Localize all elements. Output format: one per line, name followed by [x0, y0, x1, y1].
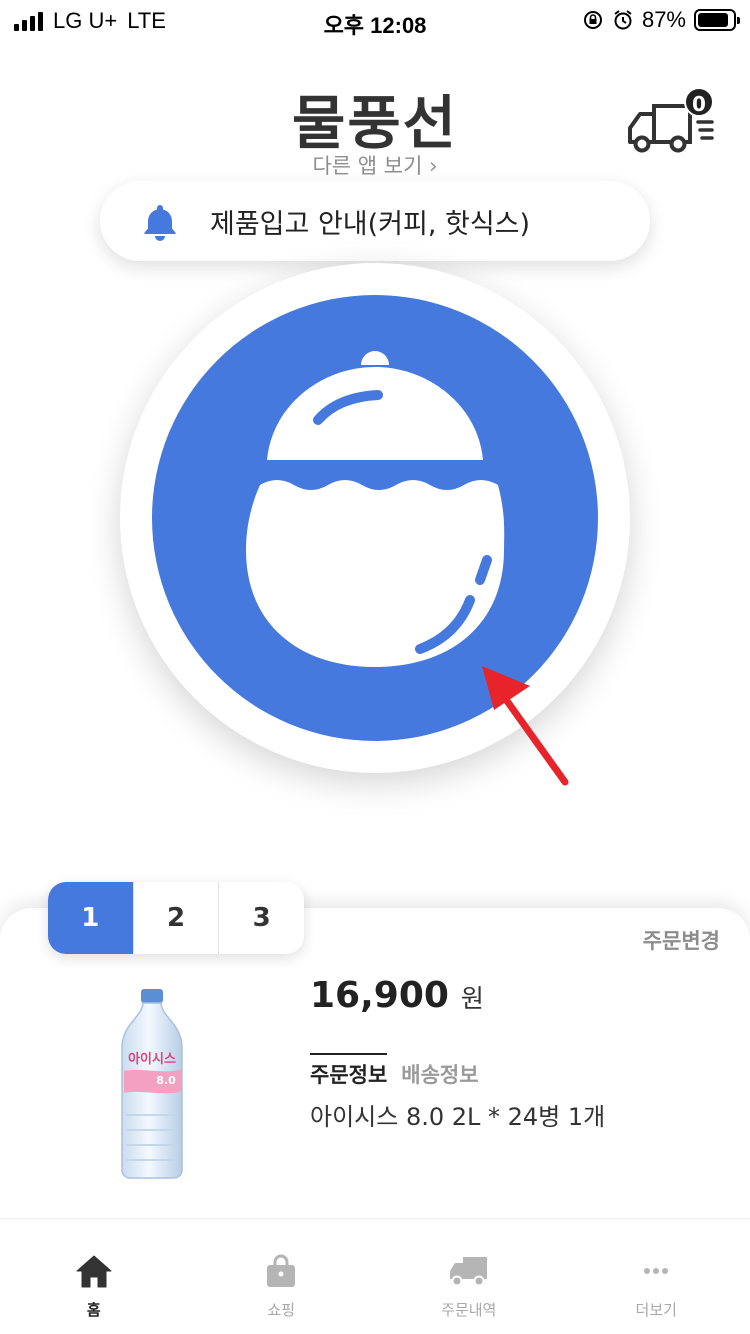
- order-description: 아이시스 8.0 2L * 24병 1개: [310, 1103, 606, 1131]
- other-apps-link[interactable]: 다른 앱 보기 ›: [0, 150, 750, 180]
- bottom-nav: 홈 쇼핑 주문내역 더보기: [0, 1218, 750, 1334]
- alarm-icon: [614, 10, 632, 30]
- change-order-button[interactable]: 주문변경: [643, 925, 720, 955]
- delivery-count-badge: 0: [684, 87, 714, 117]
- order-slot-tab-3[interactable]: 3: [218, 882, 304, 954]
- bell-icon: [144, 205, 176, 241]
- nav-label-shopping: 쇼핑: [267, 1301, 296, 1319]
- order-slot-tab-2[interactable]: 2: [132, 882, 219, 954]
- other-apps-label: 다른 앱 보기: [312, 154, 423, 178]
- battery-percent: 87%: [641, 7, 686, 32]
- nav-item-more[interactable]: 더보기: [563, 1219, 750, 1334]
- nav-label-home: 홈: [86, 1301, 101, 1319]
- order-slot-tab-1[interactable]: 1: [48, 882, 133, 954]
- order-slot-tabs: 1 2 3: [48, 882, 304, 954]
- product-image: 아이시스 8.0: [121, 989, 183, 1179]
- nav-item-home[interactable]: 홈: [0, 1219, 188, 1334]
- nav-label-orders: 주문내역: [441, 1301, 497, 1319]
- delivery-info-tab[interactable]: 배송정보: [401, 1053, 478, 1089]
- notice-banner[interactable]: 제품입고 안내(커피, 핫식스): [100, 181, 650, 261]
- rotation-lock-icon: [583, 11, 602, 29]
- status-right: 87%: [582, 7, 740, 33]
- delivery-truck-button[interactable]: 0: [626, 87, 718, 154]
- nav-item-shopping[interactable]: 쇼핑: [188, 1219, 376, 1334]
- price-currency: 원: [460, 984, 484, 1013]
- product-brand-text: 아이시스: [128, 1051, 176, 1067]
- chevron-right-icon: ›: [429, 154, 438, 178]
- price-row: 16,900 원: [310, 975, 484, 1016]
- product-version-text: 8.0: [156, 1074, 176, 1087]
- status-bar: LG U+ LTE 오후 12:08 87%: [0, 0, 750, 40]
- nav-label-more: 더보기: [635, 1301, 677, 1319]
- battery-fill: [698, 13, 728, 27]
- notice-text: 제품입고 안내(커피, 핫식스): [210, 208, 531, 240]
- shopping-bag-icon: [267, 1254, 296, 1287]
- pointer-arrow: [482, 666, 569, 786]
- nav-item-orders[interactable]: 주문내역: [375, 1219, 563, 1334]
- home-icon: [76, 1255, 112, 1288]
- order-info-tab[interactable]: 주문정보: [310, 1053, 388, 1089]
- more-icon: [644, 1268, 669, 1274]
- price-value: 16,900: [310, 975, 449, 1016]
- battery-icon: [694, 9, 740, 31]
- truck-icon: [449, 1257, 487, 1287]
- info-tabs: 주문정보 배송정보: [310, 1053, 479, 1089]
